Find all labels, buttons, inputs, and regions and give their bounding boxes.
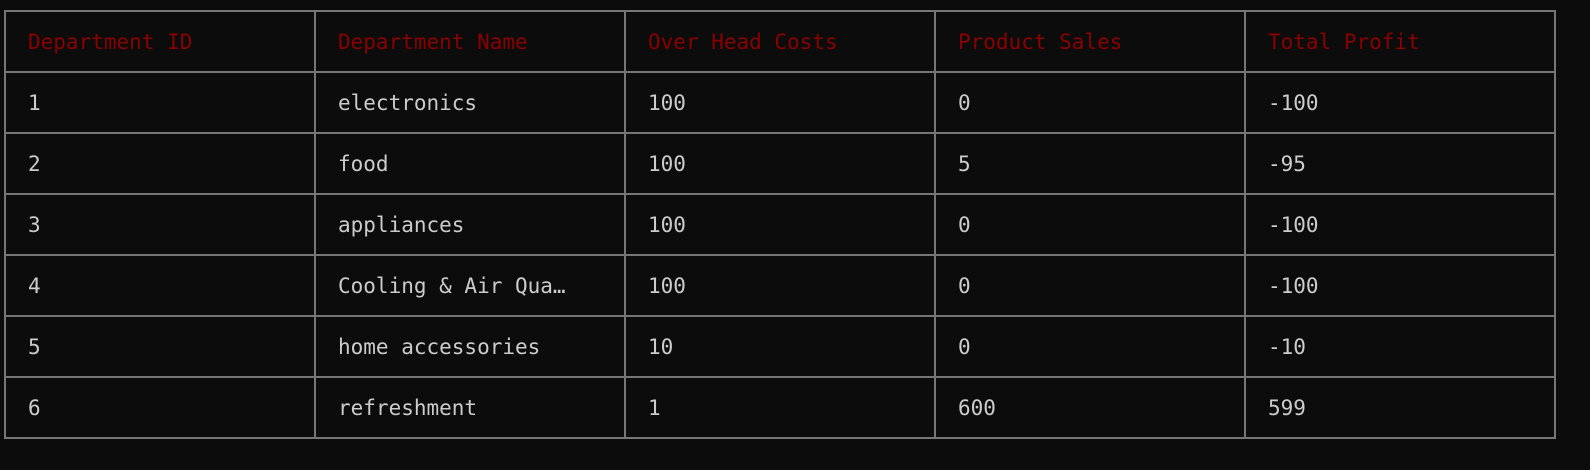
cell-product-sales: 5 xyxy=(934,132,1246,195)
cell-over-head-costs: 10 xyxy=(624,315,936,378)
cell-department-id: 4 xyxy=(4,254,316,317)
column-header-total-profit: Total Profit xyxy=(1244,10,1556,73)
cell-product-sales: 0 xyxy=(934,254,1246,317)
column-header-over-head-costs: Over Head Costs xyxy=(624,10,936,73)
cell-department-name: electronics xyxy=(314,71,626,134)
table-row: 2 food 100 5 -95 xyxy=(4,132,1556,195)
cell-department-name: home accessories xyxy=(314,315,626,378)
cell-product-sales: 600 xyxy=(934,376,1246,439)
cell-department-id: 1 xyxy=(4,71,316,134)
cell-over-head-costs: 100 xyxy=(624,71,936,134)
cell-total-profit: -10 xyxy=(1244,315,1556,378)
cell-over-head-costs: 1 xyxy=(624,376,936,439)
cell-department-id: 2 xyxy=(4,132,316,195)
cell-over-head-costs: 100 xyxy=(624,193,936,256)
cell-product-sales: 0 xyxy=(934,71,1246,134)
cell-total-profit: -100 xyxy=(1244,254,1556,317)
column-header-product-sales: Product Sales xyxy=(934,10,1246,73)
cell-over-head-costs: 100 xyxy=(624,132,936,195)
departments-table: Department ID Department Name Over Head Co… xyxy=(4,10,1556,439)
cell-department-name: Cooling & Air Qua… xyxy=(314,254,626,317)
cell-total-profit: 599 xyxy=(1244,376,1556,439)
cell-total-profit: -100 xyxy=(1244,193,1556,256)
cell-department-id: 3 xyxy=(4,193,316,256)
cell-department-id: 5 xyxy=(4,315,316,378)
table-row: 6 refreshment 1 600 599 xyxy=(4,376,1556,439)
cell-department-name: refreshment xyxy=(314,376,626,439)
table-row: 1 electronics 100 0 -100 xyxy=(4,71,1556,134)
cell-product-sales: 0 xyxy=(934,315,1246,378)
header-row: Department ID Department Name Over Head Co… xyxy=(4,10,1556,73)
cell-department-id: 6 xyxy=(4,376,316,439)
cell-product-sales: 0 xyxy=(934,193,1246,256)
cell-department-name: food xyxy=(314,132,626,195)
table-row: 5 home accessories 10 0 -10 xyxy=(4,315,1556,378)
column-header-department-id: Department ID xyxy=(4,10,316,73)
table-row: 3 appliances 100 0 -100 xyxy=(4,193,1556,256)
cell-total-profit: -95 xyxy=(1244,132,1556,195)
cell-over-head-costs: 100 xyxy=(624,254,936,317)
cell-total-profit: -100 xyxy=(1244,71,1556,134)
cell-department-name: appliances xyxy=(314,193,626,256)
table-row: 4 Cooling & Air Qua… 100 0 -100 xyxy=(4,254,1556,317)
column-header-department-name: Department Name xyxy=(314,10,626,73)
